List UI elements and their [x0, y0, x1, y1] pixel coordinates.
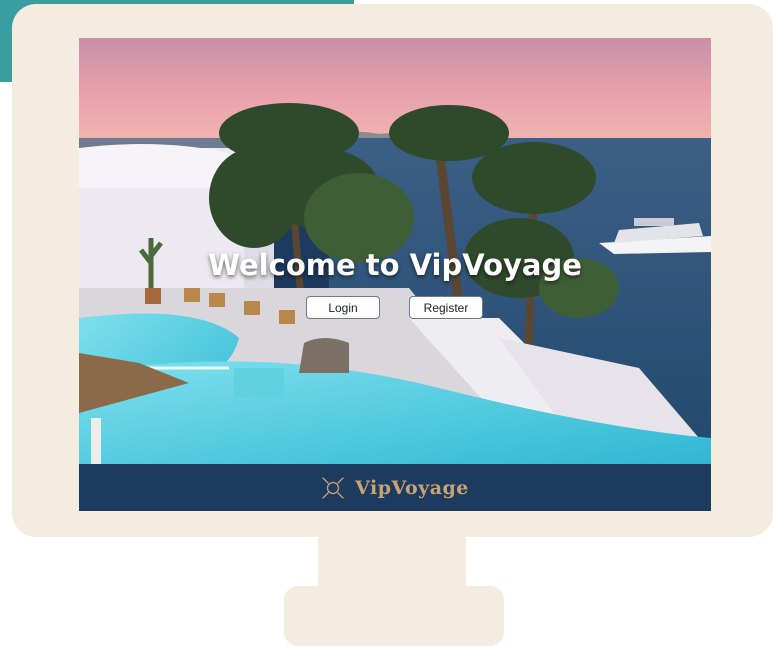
footer-bar: VipVoyage [79, 464, 711, 511]
compass-sun-icon [322, 476, 344, 499]
monitor-screen: Welcome to VipVoyage Login Register VipV… [79, 38, 711, 511]
monitor-stand-base [284, 586, 504, 646]
login-button[interactable]: Login [306, 296, 380, 319]
hero-title: Welcome to VipVoyage [208, 248, 582, 282]
footer-brand-name: VipVoyage [355, 476, 469, 499]
register-button[interactable]: Register [409, 296, 483, 319]
